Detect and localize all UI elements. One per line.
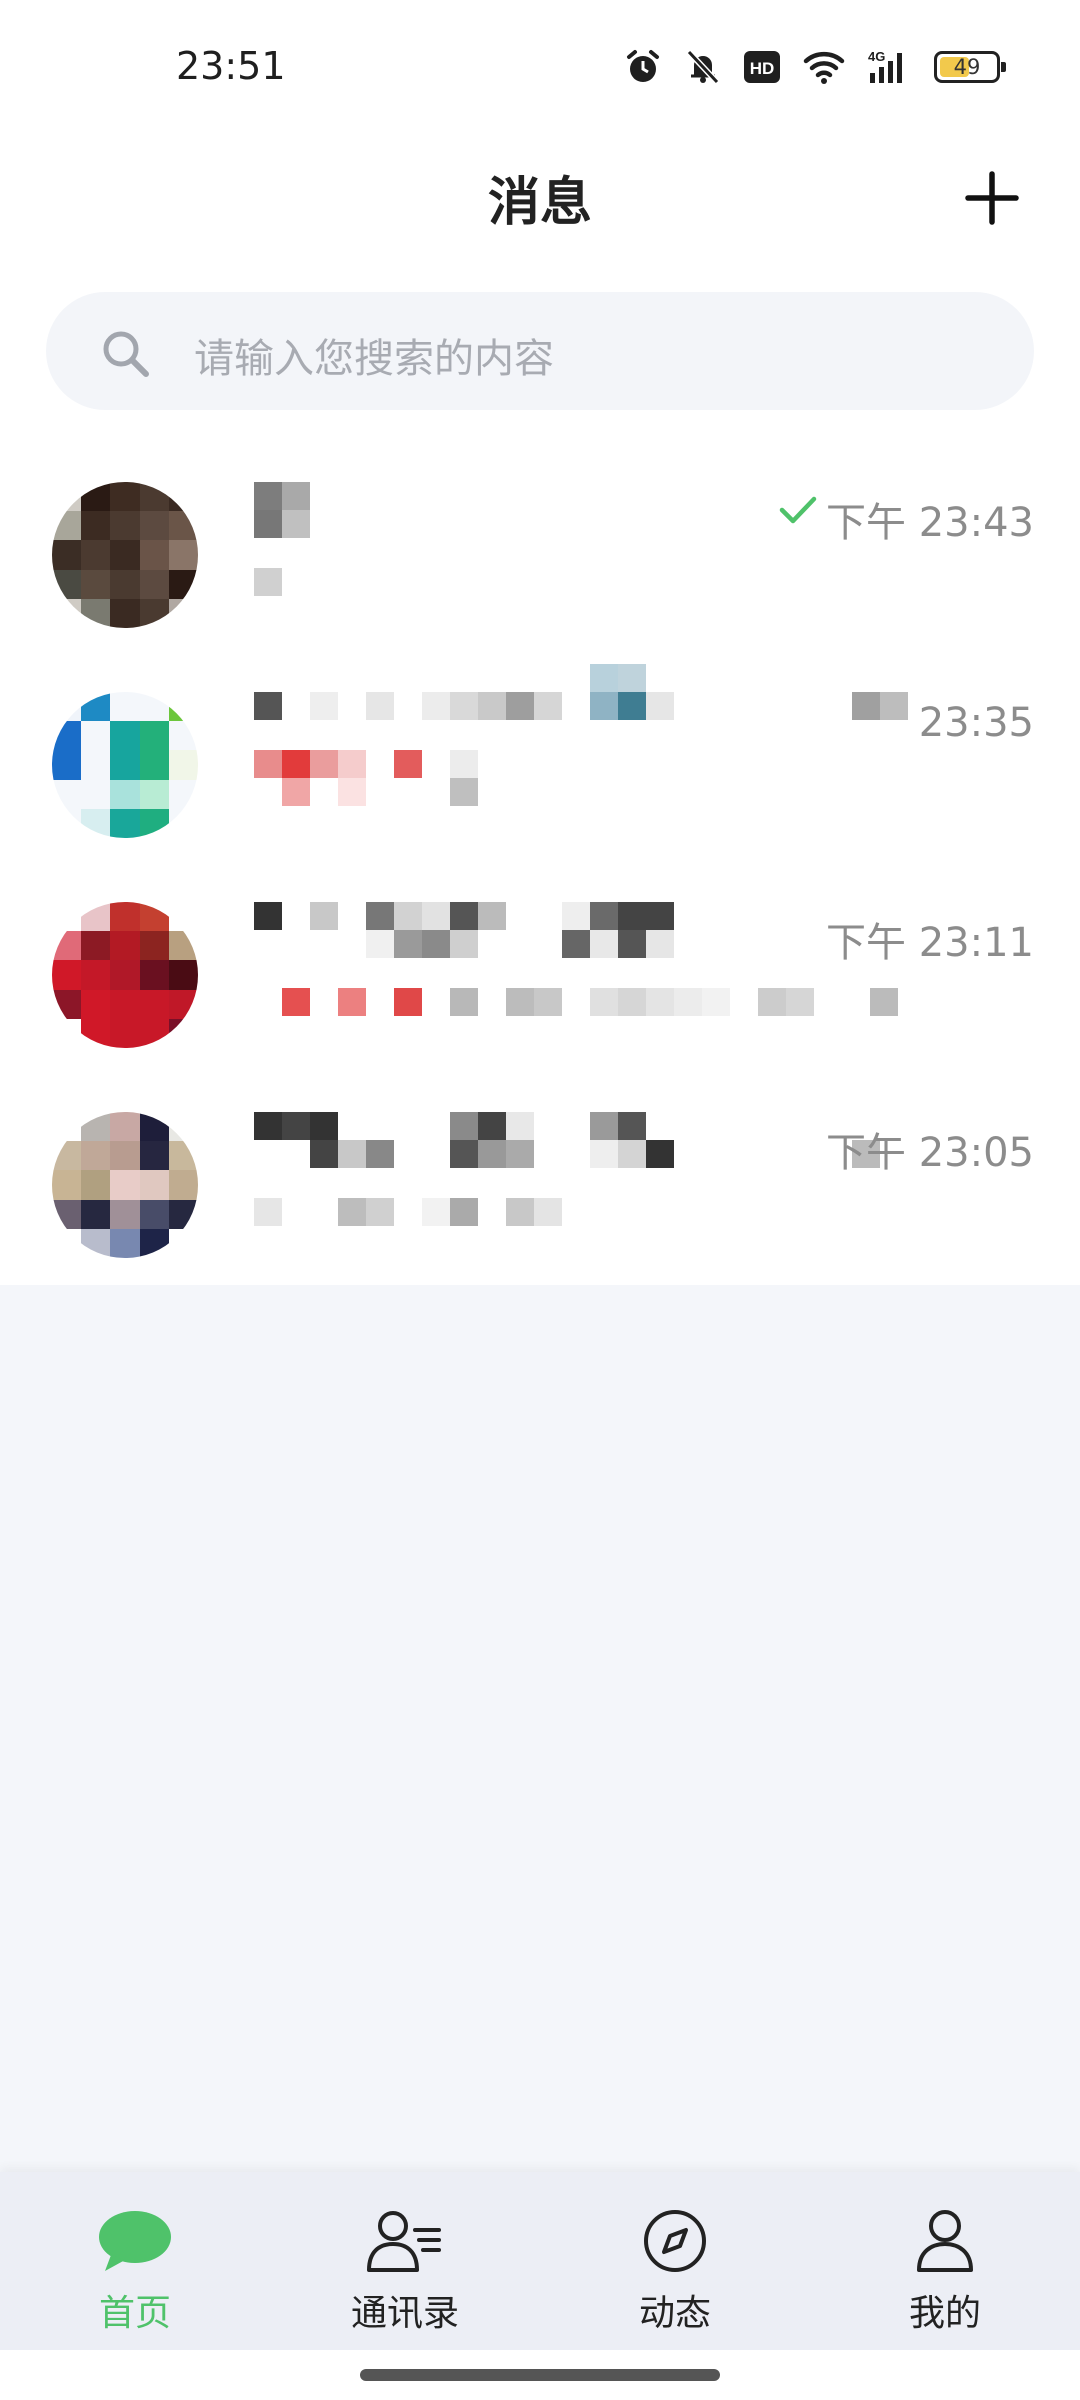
- avatar[interactable]: [52, 692, 198, 838]
- message-preview-blurred: [254, 750, 478, 778]
- avatar[interactable]: [52, 902, 198, 1048]
- battery-icon: 49: [934, 51, 1006, 83]
- contact-name-blurred: [254, 930, 674, 958]
- svg-text:HD: HD: [750, 59, 775, 78]
- message-preview-blurred: [254, 568, 282, 596]
- search-input[interactable]: 请输入您搜索的内容: [46, 292, 1034, 410]
- svg-text:4G: 4G: [868, 49, 885, 64]
- chat-item[interactable]: 下午 23:05: [0, 1060, 1080, 1270]
- contact-name-blurred: [254, 510, 310, 538]
- contact-name-blurred: [254, 482, 310, 510]
- nav-item-home[interactable]: 首页: [0, 2172, 270, 2350]
- read-check-icon: [779, 496, 817, 524]
- nav-item-moments[interactable]: 动态: [540, 2172, 810, 2350]
- chat-time: 23:35: [918, 700, 1034, 746]
- mute-icon: [686, 49, 720, 85]
- search-placeholder: 请输入您搜索的内容: [194, 336, 554, 382]
- contact-name-blurred: [254, 692, 674, 720]
- chat-item[interactable]: 下午 23:43: [0, 430, 1080, 640]
- avatar[interactable]: [52, 482, 198, 628]
- search-area: 请输入您搜索的内容: [0, 270, 1080, 430]
- chat-time: 下午 23:11: [826, 920, 1034, 966]
- compass-icon: [540, 2206, 810, 2276]
- avatar[interactable]: [52, 1112, 198, 1258]
- chat-item[interactable]: 23:35: [0, 640, 1080, 850]
- person-icon: [810, 2206, 1080, 2276]
- chat-list: 下午 23:43 23:35 下午 23:11 下午 23:05: [0, 430, 1080, 1285]
- alarm-icon: [627, 50, 659, 82]
- header: 消息: [0, 130, 1080, 270]
- status-time: 23:51: [176, 44, 286, 88]
- nav-label-contacts: 通讯录: [350, 2293, 459, 2334]
- nav-item-profile[interactable]: 我的: [810, 2172, 1080, 2350]
- time-blurred: [852, 692, 908, 720]
- plus-icon: [965, 171, 1019, 225]
- nav-label-home: 首页: [98, 2293, 171, 2334]
- search-icon: [103, 331, 149, 377]
- contact-name-blurred: [590, 664, 646, 692]
- contact-name-blurred: [254, 1140, 674, 1168]
- wifi-icon: [803, 51, 845, 84]
- status-icons: HD 4G 49: [624, 42, 1006, 92]
- status-bar: 23:51 HD 4G 49: [0, 0, 1080, 130]
- nav-label-moments: 动态: [638, 2293, 711, 2334]
- message-preview-blurred: [254, 1198, 562, 1226]
- message-preview-blurred: [254, 778, 478, 806]
- nav-item-contacts[interactable]: 通讯录: [270, 2172, 540, 2350]
- hd-icon: HD: [744, 51, 780, 83]
- contacts-icon: [270, 2206, 540, 2276]
- contact-name-blurred: [254, 1112, 646, 1140]
- chat-item[interactable]: 下午 23:11: [0, 850, 1080, 1060]
- battery-level: 49: [953, 55, 981, 79]
- page-title: 消息: [487, 173, 592, 233]
- signal-4g-icon: 4G: [868, 49, 902, 83]
- message-preview-blurred: [254, 988, 898, 1016]
- chat-time: 下午 23:05: [826, 1130, 1034, 1176]
- add-button[interactable]: [952, 158, 1032, 238]
- home-indicator[interactable]: [360, 2369, 720, 2381]
- bottom-nav: 首页 通讯录 动态 我的: [0, 2172, 1080, 2350]
- nav-label-profile: 我的: [908, 2293, 981, 2334]
- battery-tip: [1001, 62, 1006, 72]
- chat-time: 下午 23:43: [826, 500, 1034, 546]
- chat-bubble-icon: [0, 2206, 270, 2276]
- contact-name-blurred: [254, 902, 674, 930]
